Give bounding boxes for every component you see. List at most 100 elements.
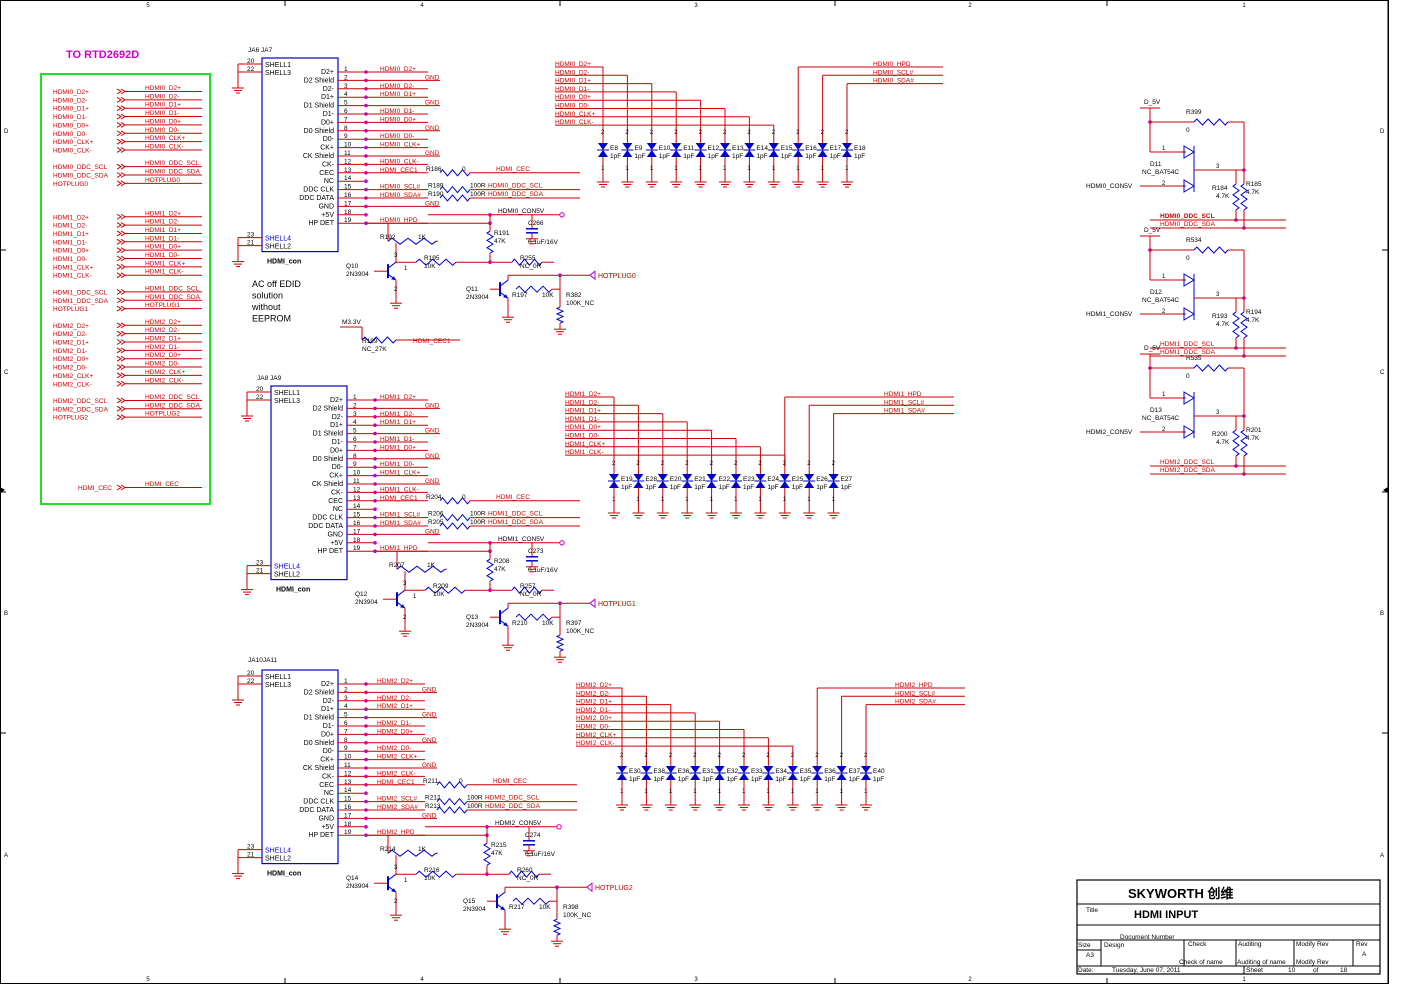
connector-pin-name: D0+ — [321, 119, 334, 126]
connector-pin-name: CK Shield — [303, 153, 334, 160]
connector-pin-number: 19 — [344, 217, 352, 224]
sheet-title: HDMI INPUT — [1134, 909, 1198, 921]
cec-rail-label: M3.3V — [342, 319, 361, 326]
doc-number-label: Document Number — [1120, 934, 1175, 941]
connector-pin-number: 3 — [353, 411, 357, 418]
ddc-diode-ref: D11 — [1150, 161, 1162, 168]
pin-number: 3 — [1216, 164, 1220, 170]
esd-ref: E23 — [743, 476, 755, 483]
esd-diode — [793, 143, 804, 150]
pull-resistor — [486, 558, 494, 582]
frame-col-label-bottom: 1 — [1242, 977, 1246, 983]
hpd-resistor-ref: R214 — [380, 846, 396, 853]
esd-pin-number: 2 — [612, 461, 616, 467]
left-box-net-label: HDMI1_D2- — [145, 219, 179, 226]
esd-pin-number: 2 — [699, 130, 703, 136]
signal-net-label: HDMI1_D0- — [380, 461, 414, 468]
esd-pin-number: 1 — [807, 497, 811, 503]
signal-net-label: HDMI1_D1+ — [380, 419, 416, 426]
connector-ref: JA6 JA7 — [248, 47, 273, 54]
esd-pin-number: 2 — [718, 753, 722, 759]
esd-val: 1pF — [727, 776, 738, 783]
left-box-port-arrow — [116, 121, 122, 128]
shell-pin-number: 22 — [256, 394, 264, 401]
esd-pin-number: 2 — [661, 461, 665, 467]
hpd-resistor-val: 1K — [427, 562, 436, 569]
ddc-r1-val: 4.7K — [1216, 193, 1230, 200]
connector-pin-name: D2- — [332, 414, 344, 421]
ddc-r1-ref: R193 — [1212, 313, 1228, 320]
connector-pin-number: 14 — [353, 503, 361, 510]
connector-pin-number: 18 — [344, 209, 352, 216]
pin-number: 2 — [403, 615, 407, 621]
esd-pin-number: 2 — [807, 461, 811, 467]
date-label: Date: — [1078, 967, 1094, 974]
esd-ref: E12 — [708, 145, 720, 152]
esd-pin-number: 1 — [747, 166, 751, 172]
base-resistor-val: 10K — [433, 591, 445, 598]
con5v-port — [559, 540, 565, 546]
gnd-net-label: GND — [425, 150, 440, 157]
ddc-pullup-r1 — [1232, 183, 1240, 211]
ddc-diode-ref: D12 — [1150, 289, 1162, 296]
audit-name: Auditing of name — [1237, 959, 1286, 966]
shell-pin-number: 23 — [256, 560, 264, 567]
frame-col-label-top: 1 — [1242, 3, 1246, 9]
connector-pin-name: D0- — [323, 136, 335, 143]
left-box-port-arrow — [116, 222, 122, 229]
left-box-net-label: HDMI0_D1- — [145, 110, 179, 117]
esd-right-label: HDMI2_SDA# — [895, 699, 936, 706]
connector-pin-name: CK Shield — [312, 481, 343, 488]
connector-pin-name: CK- — [322, 161, 335, 168]
left-box-port-arrow — [116, 113, 122, 120]
esd-diode-bottom — [646, 150, 657, 157]
con5v-port — [559, 212, 565, 218]
left-box-net-label: HDMI2_D2- — [145, 327, 179, 334]
ddc-series-resistor — [439, 522, 471, 530]
esd-ref: E16 — [805, 145, 817, 152]
connector-pin-name: D0- — [323, 748, 335, 755]
qa-part: 2N3904 — [346, 883, 369, 890]
check-name: Check of name — [1179, 959, 1223, 966]
connector-pin-name: GND — [327, 531, 343, 538]
esd-val: 1pF — [743, 484, 754, 491]
esd-ref: E9 — [634, 145, 642, 152]
esd-val: 1pF — [751, 776, 762, 783]
left-box-net-label: HDMI0_D2+ — [145, 85, 181, 92]
pin-number: 1 — [413, 594, 417, 600]
ddc-resistor-ref: R205 — [428, 519, 444, 526]
qb-ref: Q13 — [466, 614, 479, 621]
connector-pin-number: 10 — [344, 142, 352, 149]
esd-diode — [682, 474, 693, 481]
left-box-port-name: HDMI1_DDC_SCL — [53, 289, 108, 296]
connector-pin-name: CK+ — [329, 473, 343, 480]
esd-diode — [817, 143, 828, 150]
hotplug-pull-resistor — [552, 918, 562, 936]
esd-ref: E36 — [824, 768, 836, 775]
ddc-resistor-val: 100R — [467, 803, 483, 810]
left-box-port-name: HDMI2_D2+ — [53, 323, 89, 330]
connector-pin-name: D2 Shield — [304, 77, 334, 84]
signal-net-label: HDMI1_D2+ — [380, 394, 416, 401]
left-box-port-name: HDMI1_D0+ — [53, 248, 89, 255]
connector-pin-number: 5 — [344, 712, 348, 719]
pin-number: 3 — [394, 253, 398, 259]
cec-note-line: AC off EDID — [252, 279, 301, 289]
esd-ref: E34 — [775, 768, 787, 775]
signal-net-label: HDMI1_D0+ — [380, 444, 416, 451]
cap-val: 0.1uF/16V — [525, 851, 556, 858]
esd-right-label: HDMI1_HPD — [884, 391, 922, 398]
left-box-port-arrow — [116, 322, 122, 329]
esd-diode — [690, 766, 701, 773]
esd-val: 1pF — [805, 153, 816, 160]
pin-number: 3 — [1216, 410, 1220, 416]
left-box-port-name: HDMI0_D2+ — [53, 89, 89, 96]
ddc-net-label: HDMI0_DDC_SDA — [488, 191, 544, 198]
connector-shell-label: SHELL2 — [274, 572, 300, 579]
cap-val: 0.1uF/16V — [528, 567, 559, 574]
left-box-net-label: HDMI2_CLK+ — [145, 369, 185, 376]
shell-pin-number: 20 — [247, 670, 255, 677]
esd-val: 1pF — [683, 153, 694, 160]
esd-pin-number: 1 — [864, 789, 868, 795]
base-resistor-ref: R216 — [424, 867, 440, 874]
